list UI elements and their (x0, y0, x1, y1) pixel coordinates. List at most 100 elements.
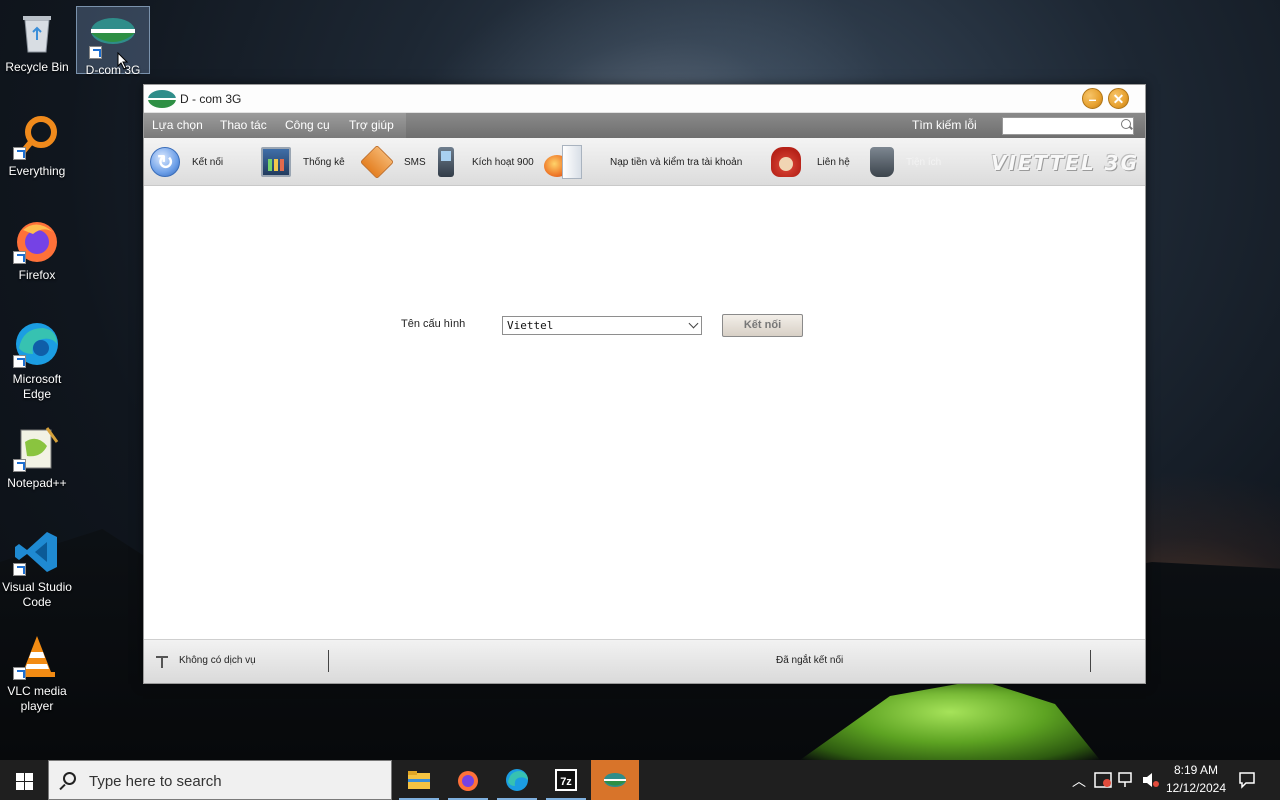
signal-antenna-icon (156, 654, 168, 668)
window-titlebar[interactable]: D - com 3G – ✕ (144, 85, 1145, 113)
desktop-icon-everything[interactable]: Everything (0, 108, 74, 179)
shortcut-arrow-icon (13, 563, 26, 576)
desktop-icon-label: D-com 3G (85, 63, 141, 77)
shortcut-arrow-icon (89, 46, 102, 59)
shortcut-arrow-icon (13, 355, 26, 368)
desktop-icon-vscode[interactable]: Visual Studio Code (0, 524, 74, 610)
volume-muted-icon[interactable] (1142, 772, 1160, 788)
desktop-icon-firefox[interactable]: Firefox (0, 212, 74, 283)
service-status: Không có dịch vụ (179, 655, 256, 666)
telephone-icon (771, 147, 801, 177)
taskbar-file-explorer[interactable] (395, 760, 443, 800)
desktop-icon-label: Everything (8, 164, 66, 178)
start-button[interactable] (0, 760, 48, 800)
dcom-window: D - com 3G – ✕ Lựa chọn Thao tác Công cụ… (143, 84, 1146, 684)
error-search-label: Tìm kiếm lỗi (912, 118, 977, 132)
menu-thao-tac[interactable]: Thao tác (220, 118, 267, 132)
notepad-plus-plus-icon (13, 424, 61, 472)
desktop-icon-vlc[interactable]: VLC media player (0, 628, 74, 714)
config-name-label: Tên cấu hình (401, 318, 466, 330)
toolbar-sms[interactable]: SMS (360, 138, 426, 186)
desktop-icon-recycle-bin[interactable]: Recycle Bin (0, 4, 74, 75)
mobile-phone-icon (438, 147, 454, 177)
toolbar-connect[interactable]: Kết nối (150, 138, 223, 186)
taskbar-7zip[interactable]: 7z (542, 760, 590, 800)
recycle-bin-icon (13, 8, 61, 56)
dcom-3g-icon (604, 773, 626, 787)
toolbar-contact[interactable]: Liên hệ (771, 138, 850, 186)
config-name-select[interactable]: Viettel (502, 316, 702, 335)
taskbar-search-box[interactable]: Type here to search (48, 760, 392, 800)
vscode-icon (13, 528, 61, 576)
firefox-icon (458, 771, 478, 791)
clock-time[interactable]: 8:19 AM (1166, 763, 1226, 777)
desktop-icon-label: Visual Studio Code (2, 580, 72, 609)
toolbar-label: Liên hệ (817, 156, 850, 168)
viettel-3g-brand: VIETTEL 3G (990, 151, 1139, 175)
desktop-icon-label: Microsoft Edge (12, 372, 62, 401)
shortcut-arrow-icon (13, 459, 26, 472)
clock-date[interactable]: 12/12/2024 (1162, 781, 1230, 795)
file-explorer-icon (408, 771, 430, 789)
taskbar-search-placeholder: Type here to search (89, 773, 222, 790)
edge-icon (506, 769, 528, 791)
show-hidden-icons-chevron-icon[interactable]: ︿ (1072, 771, 1086, 791)
connection-status: Đã ngắt kết nối (776, 655, 844, 666)
close-button[interactable]: ✕ (1108, 88, 1129, 109)
connect-button[interactable]: Kết nối (722, 314, 803, 337)
desktop-icon-label: Notepad++ (7, 476, 67, 490)
toolbar-label: Nạp tiền và kiểm tra tài khoản (610, 156, 743, 168)
desktop-icon-notepad-plus-plus[interactable]: Notepad++ (0, 420, 74, 491)
toolbar-statistics[interactable]: Thống kê (261, 138, 345, 186)
7zip-icon-text: 7z (560, 776, 572, 788)
status-divider (1090, 650, 1091, 672)
firefox-icon (13, 216, 61, 264)
shortcut-arrow-icon (13, 251, 26, 264)
config-name-value: Viettel (507, 319, 554, 332)
desktop-icon-edge[interactable]: Microsoft Edge (0, 316, 74, 402)
error-search-input[interactable] (1002, 117, 1134, 135)
topup-card-icon (544, 145, 582, 179)
status-bar: Không có dịch vụ Đã ngắt kết nối (144, 639, 1145, 683)
taskbar-firefox[interactable] (444, 760, 492, 800)
notifications-icon[interactable] (1238, 771, 1256, 789)
dcom-3g-icon (89, 11, 137, 59)
search-icon (63, 772, 76, 785)
refresh-connect-icon (150, 147, 180, 177)
taskbar-edge[interactable] (493, 760, 541, 800)
toolbar-label: Tiện ích (906, 156, 942, 168)
menu-lua-chon[interactable]: Lựa chọn (152, 118, 203, 132)
menu-tro-giup[interactable]: Trợ giúp (349, 118, 394, 132)
toolbar-topup[interactable]: Nạp tiền và kiểm tra tài khoản (544, 138, 742, 186)
toolbar-label: Thống kê (303, 156, 345, 168)
toolbar-label: SMS (404, 156, 426, 168)
desktop-icon-dcom-3g[interactable]: D-com 3G (76, 6, 150, 77)
desktop-icon-label: VLC media player (7, 684, 67, 713)
edge-icon (13, 320, 61, 368)
desktop-icon-label: Recycle Bin (5, 60, 69, 74)
viettel-logo-icon (148, 90, 176, 108)
status-divider (328, 650, 329, 672)
menu-cong-cu[interactable]: Công cụ (285, 118, 330, 132)
window-title: D - com 3G (180, 92, 242, 106)
main-content: Tên cấu hình Viettel Kết nối (144, 187, 1145, 639)
chevron-down-icon (688, 318, 699, 329)
7zip-icon: 7z (555, 769, 577, 791)
vlc-icon (13, 632, 61, 680)
statistics-monitor-icon (261, 147, 291, 177)
toolbar-utilities[interactable]: Tiện ích (870, 138, 941, 186)
mouse-cursor-icon (117, 52, 129, 70)
minimize-button[interactable]: – (1082, 88, 1103, 109)
toolbar: Kết nối Thống kê SMS Kích hoạt 900 Nạp t… (144, 138, 1145, 186)
desktop-icon-label: Firefox (18, 268, 56, 282)
shortcut-arrow-icon (13, 667, 26, 680)
taskbar: Type here to search 7z ︿ 8:19 AM 12/12/2… (0, 760, 1280, 800)
search-icon[interactable] (1121, 119, 1131, 129)
toolbar-activate-900[interactable]: Kích hoạt 900 (438, 138, 534, 186)
security-alert-icon[interactable] (1094, 772, 1112, 788)
toolbar-label: Kích hoạt 900 (472, 156, 534, 168)
network-icon[interactable] (1118, 772, 1136, 788)
menu-bar: Lựa chọn Thao tác Công cụ Trợ giúp Tìm k… (144, 113, 1145, 138)
taskbar-dcom-3g[interactable] (591, 760, 639, 800)
everything-search-icon (13, 112, 61, 160)
